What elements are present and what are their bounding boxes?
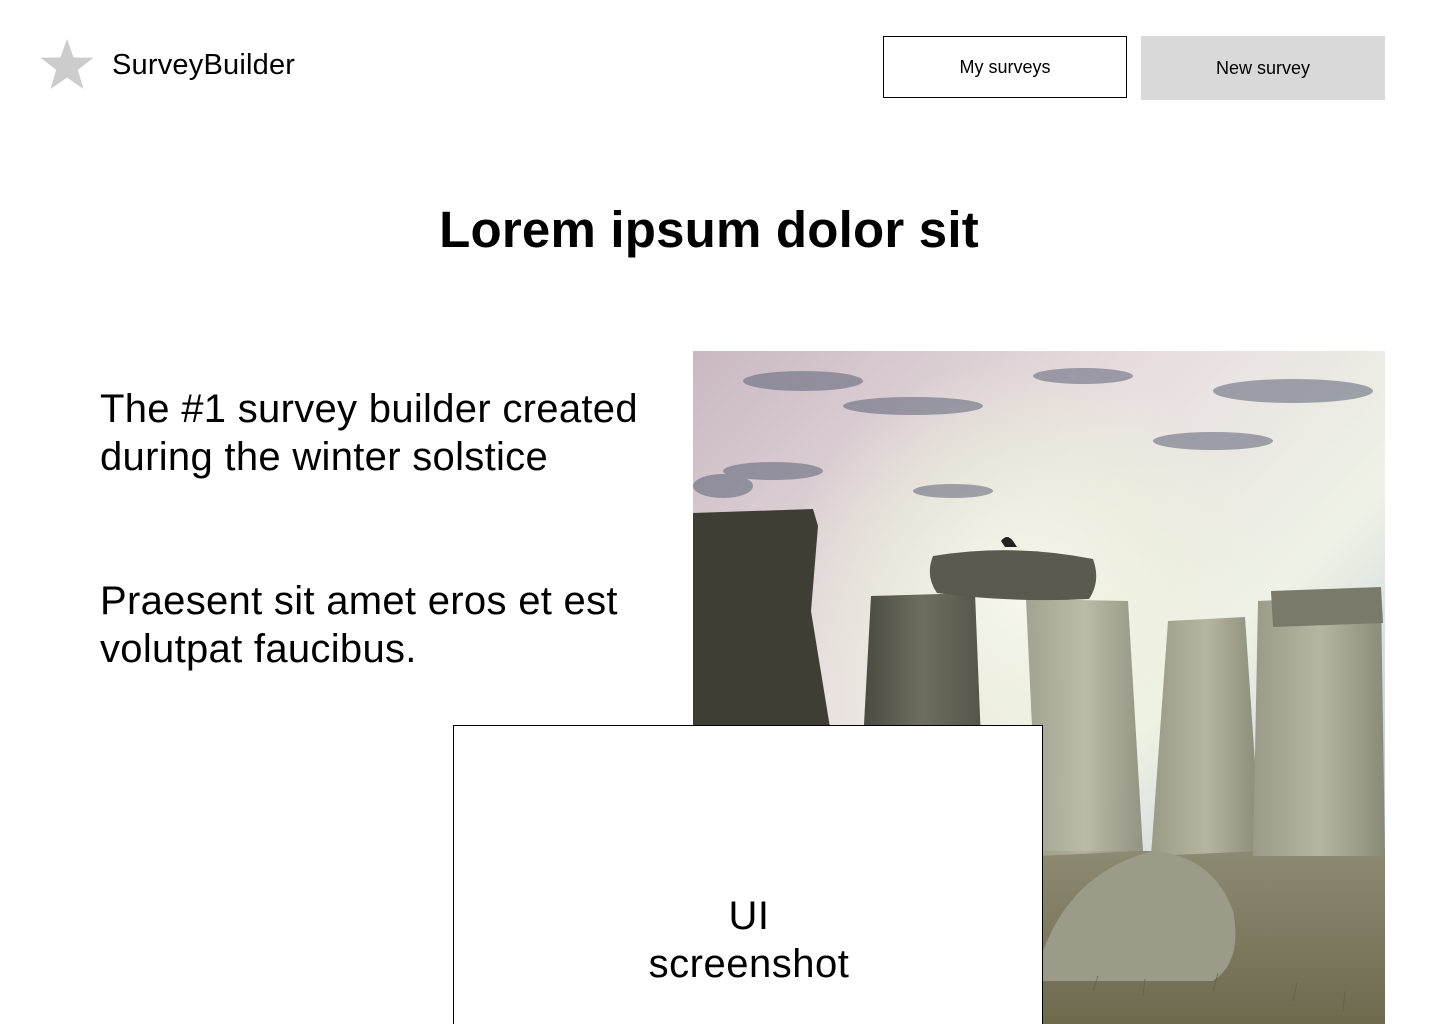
- landing-page: SurveyBuilder My surveys New survey Lore…: [0, 0, 1440, 1024]
- ui-screenshot-placeholder: UI screenshot: [453, 725, 1043, 1024]
- hero-title: Lorem ipsum dolor sit: [439, 201, 979, 258]
- ui-screenshot-label: UI screenshot: [648, 894, 850, 986]
- new-survey-button[interactable]: New survey: [1141, 36, 1385, 100]
- sub-paragraph: Praesent sit amet eros et est volutpat f…: [100, 579, 618, 671]
- lead-paragraph: The #1 survey builder created during the…: [100, 387, 638, 479]
- my-surveys-button[interactable]: My surveys: [883, 36, 1127, 98]
- star-icon: [39, 38, 95, 92]
- brand-name[interactable]: SurveyBuilder: [112, 46, 295, 84]
